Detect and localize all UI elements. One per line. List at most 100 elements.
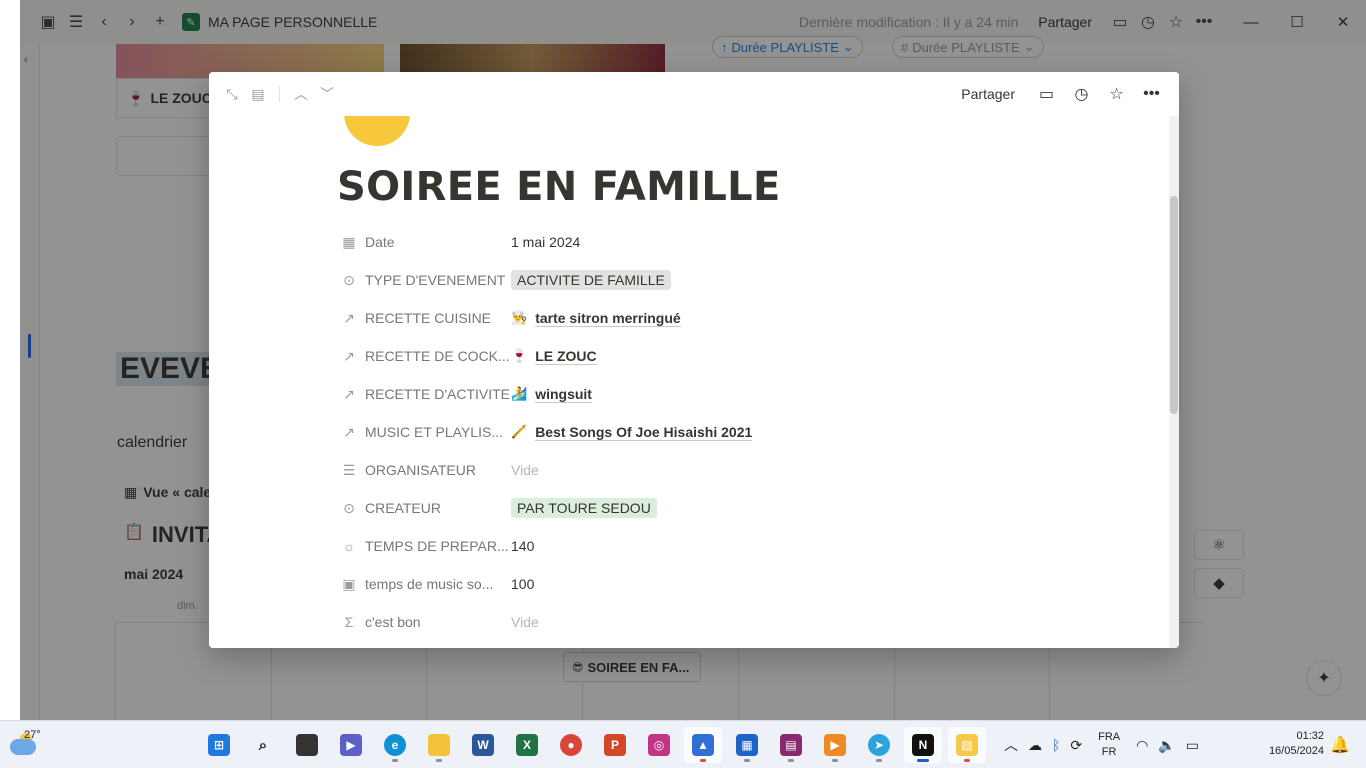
more-options-icon[interactable]: ••• bbox=[1134, 79, 1169, 109]
chrome-icon: ● bbox=[560, 734, 582, 756]
instagram-app[interactable]: ◎ bbox=[640, 727, 678, 763]
property-prep-time[interactable]: ☼ TEMPS DE PREPAR... 140 bbox=[337, 527, 1117, 565]
notion-app[interactable]: N bbox=[904, 727, 942, 763]
bluetooth-icon[interactable]: ᛒ bbox=[1052, 737, 1060, 753]
empty-value: Vide bbox=[511, 462, 539, 478]
select-icon: ⊙ bbox=[343, 499, 355, 516]
media-player-icon: ▶ bbox=[824, 734, 846, 756]
store-icon: ▦ bbox=[736, 734, 758, 756]
clock-time: 01:32 bbox=[1296, 730, 1324, 742]
film-icon: ▣ bbox=[342, 575, 356, 592]
media-player-app[interactable]: ▶ bbox=[816, 727, 854, 763]
powerpoint-app[interactable]: P bbox=[596, 727, 634, 763]
start-button[interactable]: ⊞ bbox=[200, 727, 238, 763]
search-icon: ⌕ bbox=[258, 736, 268, 754]
running-indicator bbox=[964, 759, 970, 762]
task-view-button[interactable] bbox=[288, 727, 326, 763]
windows-logo-icon: ⊞ bbox=[208, 734, 230, 756]
favorite-star-icon[interactable]: ☆ bbox=[1099, 79, 1134, 109]
page-peek-modal: ⤡ ▤ ︿ ﹀ Partager ▭ ◷ ☆ ••• SOIREE EN FAM… bbox=[209, 72, 1179, 648]
keyboard-layout: FR bbox=[1101, 746, 1117, 758]
image-viewer-icon: ▨ bbox=[956, 734, 978, 756]
relation-arrow-icon: ↗ bbox=[343, 347, 355, 364]
modal-share-button[interactable]: Partager bbox=[961, 86, 1015, 102]
relation-link[interactable]: tarte sitron merringué bbox=[535, 310, 681, 327]
relation-arrow-icon: ↗ bbox=[343, 385, 355, 402]
search-button[interactable]: ⌕ bbox=[244, 727, 282, 763]
rollup-icon: ☼ bbox=[342, 538, 356, 554]
running-indicator bbox=[392, 759, 398, 762]
property-date[interactable]: ▦ Date 1 mai 2024 bbox=[337, 223, 1117, 261]
property-label: CREATEUR bbox=[365, 500, 441, 516]
property-recipe-cuisine[interactable]: ↗ RECETTE CUISINE 👨‍🍳 tarte sitron merring… bbox=[337, 299, 1117, 337]
excel-app[interactable]: X bbox=[508, 727, 546, 763]
property-event-type[interactable]: ⊙ TYPE D'EVENEMENT ACTIVITE DE FAMILLE bbox=[337, 261, 1117, 299]
history-icon[interactable]: ◷ bbox=[1064, 79, 1099, 109]
running-indicator bbox=[876, 759, 882, 762]
chevron-up-icon[interactable]: ︿ bbox=[288, 81, 314, 107]
expand-icon[interactable]: ⤡ bbox=[219, 81, 245, 107]
running-indicator bbox=[832, 759, 838, 762]
page-title[interactable]: SOIREE EN FAMILLE bbox=[337, 164, 781, 210]
wifi-icon[interactable]: ◠ bbox=[1136, 737, 1148, 754]
property-label: RECETTE D'ACTIVITE bbox=[365, 386, 511, 402]
property-recipe-cocktail[interactable]: ↗ RECETTE DE COCK... 🍷 LE ZOUC bbox=[337, 337, 1117, 375]
property-recipe-activity[interactable]: ↗ RECETTE D'ACTIVITE 🏄 wingsuit bbox=[337, 375, 1117, 413]
photos-icon: ▲ bbox=[692, 734, 714, 756]
property-creator[interactable]: ⊙ CREATEUR PAR TOURE SEDOU bbox=[337, 489, 1117, 527]
property-value: 140 bbox=[511, 538, 535, 554]
property-label: TEMPS DE PREPAR... bbox=[365, 538, 509, 554]
telegram-icon: ➤ bbox=[868, 734, 890, 756]
battery-icon[interactable]: ▭ bbox=[1186, 737, 1199, 754]
notion-icon: N bbox=[912, 734, 934, 756]
running-indicator bbox=[788, 759, 794, 762]
chrome-app[interactable]: ● bbox=[552, 727, 590, 763]
property-label: RECETTE DE COCK... bbox=[365, 348, 510, 364]
show-hidden-icons-chevron-icon[interactable]: ︿ bbox=[1004, 735, 1018, 755]
relation-link[interactable]: LE ZOUC bbox=[535, 348, 597, 365]
list-icon: ☰ bbox=[342, 461, 356, 478]
clock[interactable]: 01:32 16/05/2024 bbox=[1254, 729, 1324, 759]
property-label: Date bbox=[365, 234, 395, 250]
instagram-icon: ◎ bbox=[648, 734, 670, 756]
word-app[interactable]: W bbox=[464, 727, 502, 763]
property-music-playlist[interactable]: ↗ MUSIC ET PLAYLIS... 🪈 Best Songs Of Joe … bbox=[337, 413, 1117, 451]
relation-arrow-icon: ↗ bbox=[343, 309, 355, 326]
winrar-app[interactable]: ▤ bbox=[772, 727, 810, 763]
store-app[interactable]: ▦ bbox=[728, 727, 766, 763]
comment-icon[interactable]: ▭ bbox=[1029, 79, 1064, 109]
word-icon: W bbox=[472, 734, 494, 756]
meet-app[interactable]: ▶ bbox=[332, 727, 370, 763]
language-indicator[interactable]: FRA FR bbox=[1098, 730, 1120, 760]
modal-scrollbar[interactable] bbox=[1169, 116, 1179, 648]
photos-app[interactable]: ▲ bbox=[684, 727, 722, 763]
peek-mode-icon[interactable]: ▤ bbox=[245, 81, 271, 107]
taskbar-apps: ⊞ ⌕ ▶ e W X ● P ◎ ▲ ▦ ▤ ▶ ➤ N ▨ bbox=[200, 727, 986, 763]
clock-date: 16/05/2024 bbox=[1268, 745, 1324, 757]
toolbar-divider bbox=[279, 86, 280, 102]
empty-value: Vide bbox=[511, 614, 539, 630]
select-tag: ACTIVITE DE FAMILLE bbox=[511, 270, 671, 290]
property-cest-bon[interactable]: Σc'est bon Vide bbox=[337, 603, 1117, 641]
relation-link[interactable]: wingsuit bbox=[535, 386, 592, 403]
edge-app[interactable]: e bbox=[376, 727, 414, 763]
file-explorer-app[interactable] bbox=[420, 727, 458, 763]
volume-icon[interactable]: 🔈 bbox=[1158, 737, 1175, 754]
scrollbar-thumb[interactable] bbox=[1170, 196, 1178, 414]
relation-link[interactable]: Best Songs Of Joe Hisaishi 2021 bbox=[535, 424, 753, 441]
task-view-icon bbox=[296, 734, 318, 756]
property-organizer[interactable]: ☰ ORGANISATEUR Vide bbox=[337, 451, 1117, 489]
temperature-text: 27° bbox=[24, 729, 41, 741]
flute-icon: 🪈 bbox=[511, 424, 528, 439]
telegram-app[interactable]: ➤ bbox=[860, 727, 898, 763]
property-music-time[interactable]: ▣ temps de music so... 100 bbox=[337, 565, 1117, 603]
surfer-icon: 🏄 bbox=[511, 386, 528, 401]
image-viewer-app[interactable]: ▨ bbox=[948, 727, 986, 763]
notification-bell-icon[interactable]: 🔔 bbox=[1330, 735, 1350, 755]
onedrive-cloud-icon[interactable]: ☁ bbox=[1028, 737, 1042, 754]
sync-icon[interactable]: ⟳ bbox=[1070, 737, 1082, 754]
wine-glass-icon: 🍷 bbox=[511, 348, 528, 363]
folder-icon bbox=[428, 734, 450, 756]
chevron-down-icon[interactable]: ﹀ bbox=[314, 81, 340, 107]
weather-widget[interactable]: 27° bbox=[8, 727, 48, 763]
